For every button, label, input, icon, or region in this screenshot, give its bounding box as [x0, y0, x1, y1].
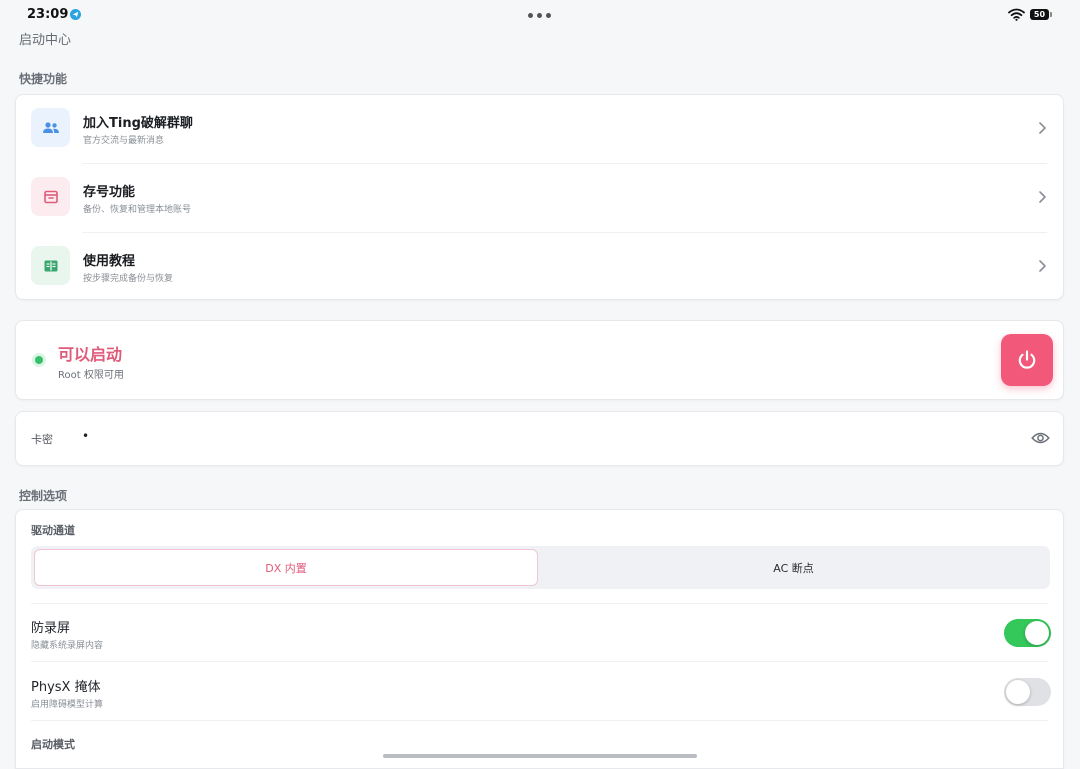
- chevron-right-icon: [1039, 191, 1046, 203]
- book-icon: [31, 246, 70, 285]
- card-key-label: 卡密: [31, 433, 53, 446]
- status-bar: 23:09 50: [0, 0, 1080, 30]
- driver-channel-label: 驱动通道: [31, 524, 75, 537]
- users-icon: [31, 108, 70, 147]
- quick-functions-card: 加入Ting破解群聊 官方交流与最新消息 存号功能 备份、恢复和管理本地账号 使…: [15, 94, 1064, 300]
- quick-item-title: 使用教程: [83, 254, 136, 269]
- quick-item-join-group[interactable]: 加入Ting破解群聊 官方交流与最新消息: [16, 95, 1063, 164]
- quick-item-title: 加入Ting破解群聊: [83, 116, 193, 131]
- quick-item-subtitle: 备份、恢复和管理本地账号: [83, 205, 192, 215]
- chevron-right-icon: [1039, 122, 1046, 134]
- quick-section-label: 快捷功能: [19, 72, 68, 86]
- telegram-icon: [70, 9, 81, 20]
- page-title: 启动中心: [19, 33, 72, 48]
- option-title-physx: PhysX 掩体: [31, 680, 101, 695]
- channel-option-ac[interactable]: AC 断点: [540, 549, 1047, 586]
- power-button[interactable]: [1001, 334, 1053, 386]
- battery-icon: 50: [1030, 9, 1049, 20]
- quick-item-title: 存号功能: [83, 185, 136, 200]
- quick-item-subtitle: 按步骤完成备份与恢复: [83, 274, 174, 284]
- option-subtitle-anti-record: 隐藏系统录屏内容: [31, 641, 104, 651]
- quick-item-account-storage[interactable]: 存号功能 备份、恢复和管理本地账号: [16, 164, 1063, 233]
- launch-mode-label: 启动模式: [31, 738, 75, 751]
- wifi-icon: [1008, 8, 1025, 21]
- quick-item-tutorial[interactable]: 使用教程 按步骤完成备份与恢复: [16, 233, 1063, 302]
- card-key-field: 卡密: [15, 411, 1064, 466]
- control-section-label: 控制选项: [19, 489, 68, 503]
- control-options-card: 驱动通道 DX 内置 AC 断点 防录屏 隐藏系统录屏内容 PhysX 掩体 启…: [15, 509, 1064, 769]
- status-time: 23:09: [27, 7, 69, 22]
- status-title: 可以启动: [58, 345, 123, 364]
- card-key-input[interactable]: [82, 429, 982, 443]
- status-subtitle: Root 权限可用: [58, 370, 124, 381]
- power-icon: [1018, 350, 1036, 369]
- eye-icon[interactable]: [1031, 431, 1050, 445]
- driver-channel-selector: DX 内置 AC 断点: [31, 546, 1050, 589]
- physx-toggle[interactable]: [1004, 678, 1051, 706]
- anti-record-toggle[interactable]: [1004, 619, 1051, 647]
- quick-item-subtitle: 官方交流与最新消息: [83, 136, 165, 146]
- channel-option-dx[interactable]: DX 内置: [34, 549, 538, 586]
- launch-status-card: 可以启动 Root 权限可用: [15, 320, 1064, 400]
- option-title-anti-record: 防录屏: [31, 621, 71, 636]
- chevron-right-icon: [1039, 260, 1046, 272]
- archive-icon: [31, 177, 70, 216]
- multitask-dots-icon[interactable]: [528, 13, 551, 18]
- battery-cap: [1050, 12, 1052, 17]
- status-indicator-dot: [35, 356, 43, 364]
- home-indicator[interactable]: [383, 754, 697, 758]
- option-subtitle-physx: 启用障碍模型计算: [31, 700, 104, 710]
